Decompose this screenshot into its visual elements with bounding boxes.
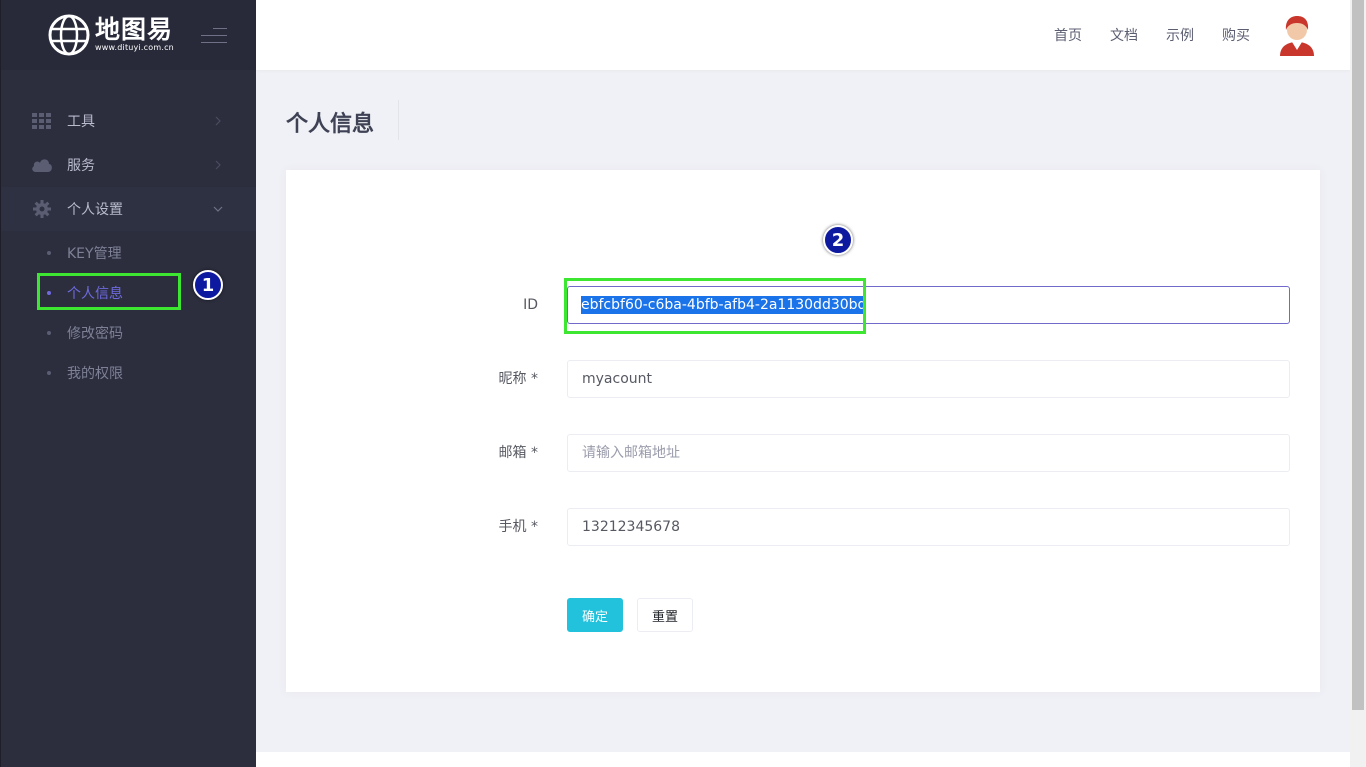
grid-icon — [31, 112, 53, 130]
nickname-field[interactable] — [567, 360, 1290, 398]
chevron-right-icon — [215, 160, 221, 170]
sidebar-item-label: 服务 — [67, 158, 95, 174]
footer — [256, 752, 1350, 767]
app-root: 地图易 www.dituyi.com.cn 工具 服务 个人设置 KEY管理 个… — [0, 0, 1366, 767]
brand-text: 地图易 www.dituyi.com.cn — [95, 17, 174, 53]
personal-info-form-card: ID ebfcbf60-c6ba-4bfb-afb4-2a1130dd30bd … — [286, 170, 1320, 692]
submit-button[interactable]: 确定 — [567, 598, 624, 632]
annotation-step-1-badge: 1 — [193, 270, 223, 300]
bullet-dot — [47, 331, 51, 335]
nav-link-examples[interactable]: 示例 — [1166, 25, 1194, 45]
title-divider — [398, 100, 399, 140]
email-field[interactable] — [567, 434, 1290, 472]
nickname-label: 昵称 * — [498, 371, 538, 387]
page-scrollbar[interactable] — [1350, 0, 1366, 767]
annotation-step-2-badge: 2 — [823, 225, 853, 255]
scrollbar-thumb[interactable] — [1352, 0, 1364, 710]
globe-logo-icon — [48, 14, 90, 56]
form-row-email: 邮箱 * — [286, 434, 1320, 472]
id-field[interactable]: ebfcbf60-c6ba-4bfb-afb4-2a1130dd30bd — [567, 286, 1290, 324]
sidebar-subitem-change-password[interactable]: 修改密码 — [1, 313, 256, 353]
sidebar-subitem-key-management[interactable]: KEY管理 — [1, 233, 256, 273]
form-row-id: ID ebfcbf60-c6ba-4bfb-afb4-2a1130dd30bd — [286, 286, 1320, 324]
nav-link-docs[interactable]: 文档 — [1110, 25, 1138, 45]
brand-logo[interactable]: 地图易 www.dituyi.com.cn — [1, 0, 256, 70]
chevron-right-icon — [215, 116, 221, 126]
id-label: ID — [523, 297, 538, 313]
page-title: 个人信息 — [286, 112, 375, 137]
sidebar-subitem-label: KEY管理 — [67, 246, 122, 262]
bullet-dot — [47, 251, 51, 255]
sidebar-subitem-label: 修改密码 — [67, 326, 123, 342]
nav-link-buy[interactable]: 购买 — [1222, 25, 1250, 45]
avatar[interactable] — [1278, 14, 1316, 56]
cloud-icon — [31, 156, 53, 174]
top-header: 首页 文档 示例 购买 — [256, 0, 1350, 70]
email-label: 邮箱 * — [498, 445, 538, 461]
chevron-down-icon — [213, 206, 223, 212]
phone-label: 手机 * — [498, 519, 538, 535]
top-nav: 首页 文档 示例 购买 — [1054, 0, 1250, 70]
sidebar-menu: 工具 服务 个人设置 KEY管理 个人信息 修改密码 我的权限 — [1, 99, 256, 393]
form-actions: 确定 重置 — [567, 598, 694, 632]
bullet-dot — [47, 291, 51, 295]
sidebar-item-label: 个人设置 — [67, 202, 123, 218]
reset-button[interactable]: 重置 — [637, 598, 694, 632]
sidebar-subitem-label: 个人信息 — [67, 286, 123, 302]
personal-settings-submenu: KEY管理 个人信息 修改密码 我的权限 — [1, 231, 256, 393]
id-field-selected-text: ebfcbf60-c6ba-4bfb-afb4-2a1130dd30bd — [581, 296, 867, 314]
form-row-nickname: 昵称 * — [286, 360, 1320, 398]
nav-link-home[interactable]: 首页 — [1054, 25, 1082, 45]
sidebar-subitem-label: 我的权限 — [67, 366, 123, 382]
form-row-phone: 手机 * — [286, 508, 1320, 546]
brand-name: 地图易 — [95, 15, 174, 44]
phone-field[interactable] — [567, 508, 1290, 546]
sidebar-item-tools[interactable]: 工具 — [1, 99, 256, 143]
sidebar-item-personal-settings[interactable]: 个人设置 — [1, 187, 256, 231]
gear-icon — [31, 200, 53, 218]
menu-toggle-icon[interactable] — [201, 26, 227, 44]
sidebar-item-label: 工具 — [67, 114, 95, 130]
sidebar-item-services[interactable]: 服务 — [1, 143, 256, 187]
sidebar-subitem-my-permissions[interactable]: 我的权限 — [1, 353, 256, 393]
main-content: 个人信息 ID ebfcbf60-c6ba-4bfb-afb4-2a1130dd… — [256, 70, 1350, 752]
sidebar: 地图易 www.dituyi.com.cn 工具 服务 个人设置 KEY管理 个… — [0, 0, 256, 767]
brand-url: www.dituyi.com.cn — [95, 43, 174, 52]
bullet-dot — [47, 371, 51, 375]
